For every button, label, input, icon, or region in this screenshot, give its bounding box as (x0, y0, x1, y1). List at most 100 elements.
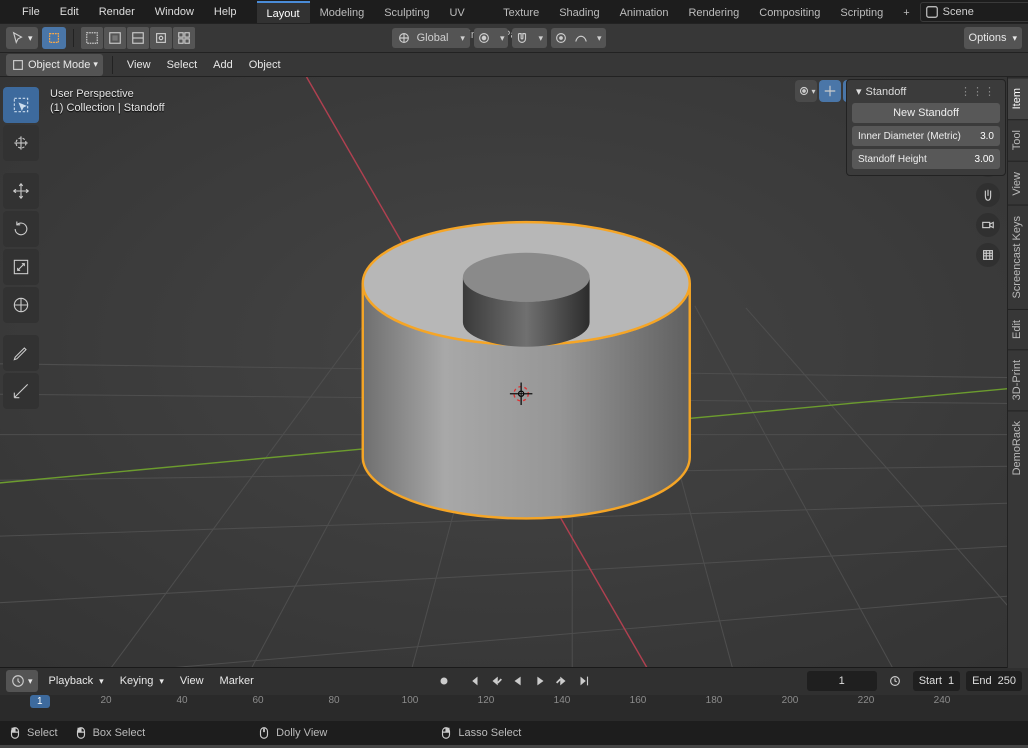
tool-measure[interactable] (3, 373, 39, 409)
tick: 240 (934, 695, 951, 706)
next-key-icon[interactable] (552, 671, 572, 691)
tab-animation[interactable]: Animation (610, 1, 679, 23)
top-menubar: File Edit Render Window Help Layout Mode… (0, 0, 1028, 23)
camera-icon[interactable] (976, 213, 1000, 237)
transform-orientation[interactable]: Global ▾ (392, 28, 470, 48)
scene-name: Scene (943, 6, 974, 18)
playhead[interactable]: 1 (30, 695, 50, 722)
tab-add[interactable]: + (893, 1, 919, 23)
tab-view[interactable]: View (1008, 161, 1028, 206)
pivot-dropdown[interactable]: ▾ (474, 28, 509, 48)
tab-tool[interactable]: Tool (1008, 119, 1028, 160)
timeline-editor-type[interactable]: ▾ (6, 670, 38, 692)
viewport-info: User Perspective (1) Collection | Stando… (50, 87, 165, 115)
visibility-dropdown[interactable]: ▾ (795, 80, 817, 102)
tool-cursor[interactable] (3, 125, 39, 161)
tool-scale[interactable] (3, 249, 39, 285)
tab-scripting[interactable]: Scripting (830, 1, 893, 23)
viewport-3d[interactable]: ▾ ▾ Y X Z (0, 77, 1028, 667)
menu-render[interactable]: Render (89, 1, 145, 23)
gizmo-toggle[interactable] (819, 80, 841, 102)
tab-sculpting[interactable]: Sculpting (374, 1, 439, 23)
tab-rendering[interactable]: Rendering (678, 1, 749, 23)
select-mode-2[interactable] (104, 27, 126, 49)
tab-screencast[interactable]: Screencast Keys (1008, 205, 1028, 309)
tick: 180 (706, 695, 723, 706)
orientation-icon (397, 31, 411, 45)
tool-cursor-dropdown[interactable]: ▾ (6, 27, 38, 49)
timeline-header: ▾ Playback▾ Keying▾ View Marker 1 Start1… (0, 668, 1028, 695)
tab-compositing[interactable]: Compositing (749, 1, 830, 23)
menu-file[interactable]: File (12, 1, 50, 23)
tool-annotate[interactable] (3, 335, 39, 371)
operator-header[interactable]: ▾ Standoff ⋮⋮⋮ (850, 83, 1002, 100)
clock-icon (11, 674, 25, 688)
tab-shading[interactable]: Shading (549, 1, 609, 23)
scene-selector[interactable]: Scene (920, 2, 1028, 22)
jump-start-icon[interactable] (464, 671, 484, 691)
panel-menu-icon[interactable]: ⋮⋮⋮ (960, 85, 996, 98)
select-mode-1[interactable] (81, 27, 103, 49)
mode-label: Object Mode (28, 59, 90, 71)
new-standoff-button[interactable]: New Standoff (852, 103, 1000, 123)
autokey-toggle[interactable] (434, 671, 454, 691)
select-mode-5[interactable] (173, 27, 195, 49)
current-frame[interactable]: 1 (807, 671, 877, 691)
select-mode-3[interactable] (127, 27, 149, 49)
play-icon[interactable] (530, 671, 550, 691)
proportional-edit[interactable]: ▾ (551, 28, 606, 48)
tick: 40 (176, 695, 187, 706)
view-menu[interactable]: View (175, 670, 209, 692)
tab-modeling[interactable]: Modeling (310, 1, 375, 23)
options-dropdown[interactable]: Options▾ (964, 27, 1022, 49)
tab-layout[interactable]: Layout (257, 1, 310, 23)
menu-select[interactable]: Select (162, 54, 203, 76)
tool-transform[interactable] (3, 287, 39, 323)
status-lasso: Lasso Select (439, 726, 521, 740)
start-frame[interactable]: Start1 (913, 671, 960, 691)
op-label-inner-diameter: Inner Diameter (Metric) (858, 131, 980, 142)
tab-texture-paint[interactable]: Texture Paint (493, 1, 549, 23)
cursor-icon (11, 31, 25, 45)
tool-move[interactable] (3, 173, 39, 209)
select-mode-icons (81, 27, 195, 49)
tool-rotate[interactable] (3, 211, 39, 247)
keying-menu[interactable]: Keying▾ (115, 670, 169, 692)
tool-select-box[interactable] (3, 87, 39, 123)
select-box-toggle[interactable] (42, 27, 66, 49)
tool-header-2: Object Mode ▾ View Select Add Object (0, 52, 1028, 77)
menu-view[interactable]: View (122, 54, 156, 76)
tab-edit[interactable]: Edit (1008, 309, 1028, 349)
menu-help[interactable]: Help (204, 1, 247, 23)
tick: 100 (402, 695, 419, 706)
tab-demorack[interactable]: DemoRack (1008, 410, 1028, 485)
prev-key-icon[interactable] (486, 671, 506, 691)
menu-edit[interactable]: Edit (50, 1, 89, 23)
mouse-middle-icon (257, 726, 271, 740)
interaction-mode[interactable]: Object Mode ▾ (6, 54, 103, 76)
tick: 140 (554, 695, 571, 706)
jump-end-icon[interactable] (574, 671, 594, 691)
select-box-icon (47, 31, 61, 45)
menu-window[interactable]: Window (145, 1, 204, 23)
op-row-height[interactable]: Standoff Height 3.00 (852, 149, 1000, 169)
pan-icon[interactable] (976, 183, 1000, 207)
marker-menu[interactable]: Marker (215, 670, 259, 692)
tool-header-1: ▾ Global ▾ ▾ ▾ ▾ Options▾ (0, 23, 1028, 52)
operator-panel: ▾ Standoff ⋮⋮⋮ New Standoff Inner Diamet… (846, 79, 1006, 176)
preview-range-icon[interactable] (883, 670, 907, 692)
play-reverse-icon[interactable] (508, 671, 528, 691)
snap-toggle[interactable]: ▾ (512, 28, 547, 48)
tab-3d-print[interactable]: 3D-Print (1008, 349, 1028, 410)
select-mode-4[interactable] (150, 27, 172, 49)
perspective-icon[interactable] (976, 243, 1000, 267)
magnet-icon (515, 31, 529, 45)
end-frame[interactable]: End250 (966, 671, 1022, 691)
menu-object[interactable]: Object (244, 54, 286, 76)
timeline-ruler[interactable]: 1 20 40 60 80 100 120 140 160 180 200 22… (0, 695, 1028, 722)
op-row-inner-diameter[interactable]: Inner Diameter (Metric) 3.0 (852, 126, 1000, 146)
tab-uv-editing[interactable]: UV Editing (439, 1, 493, 23)
tab-item[interactable]: Item (1008, 77, 1028, 119)
playback-menu[interactable]: Playback▾ (44, 670, 109, 692)
menu-add[interactable]: Add (208, 54, 238, 76)
